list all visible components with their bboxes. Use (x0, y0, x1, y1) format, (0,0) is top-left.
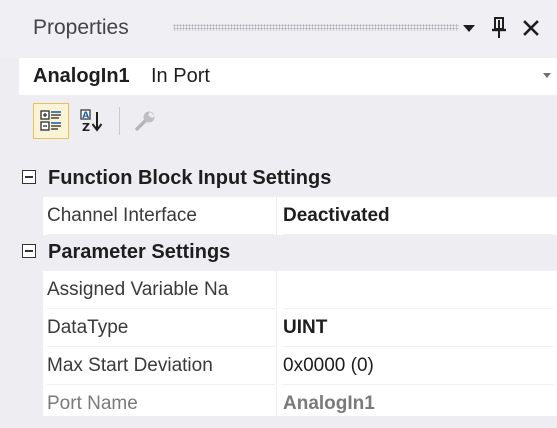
category-label: Parameter Settings (48, 241, 231, 263)
title-grip[interactable] (173, 24, 459, 31)
pin-icon (492, 17, 506, 38)
categorized-button[interactable] (33, 103, 69, 139)
property-row[interactable]: Channel Interface Deactivated (19, 197, 557, 235)
property-pages-button[interactable] (127, 103, 163, 139)
column-divider[interactable] (276, 309, 277, 347)
property-value[interactable]: 0x0000 (0) (283, 347, 553, 385)
row-gutter (19, 309, 43, 347)
property-name[interactable]: Channel Interface (47, 197, 275, 235)
dropdown-arrow-icon (463, 25, 475, 32)
object-selector[interactable]: AnalogIn1 In Port (19, 58, 557, 95)
properties-panel: Properties AnalogIn1 In Port A Z Functio… (0, 0, 557, 428)
property-value[interactable]: UINT (283, 309, 553, 347)
column-divider[interactable] (276, 347, 277, 385)
property-row[interactable]: DataType UINT (19, 309, 557, 347)
close-button[interactable] (519, 14, 543, 42)
selected-object-type: In Port (151, 65, 210, 87)
property-name[interactable]: DataType (47, 309, 275, 347)
row-gutter (19, 271, 43, 309)
column-divider[interactable] (276, 271, 277, 309)
alphabetical-icon: A Z (80, 109, 103, 134)
collapse-icon[interactable] (22, 170, 36, 184)
property-name[interactable]: Max Start Deviation (47, 347, 275, 385)
chevron-down-icon[interactable] (541, 71, 553, 80)
category-row[interactable]: Function Block Input Settings (19, 161, 557, 197)
property-name[interactable]: Assigned Variable Na (47, 271, 275, 309)
wrench-icon (135, 111, 155, 131)
collapse-icon[interactable] (22, 244, 36, 258)
category-row[interactable]: Parameter Settings (19, 235, 557, 271)
property-grid: Function Block Input Settings Channel In… (19, 161, 557, 423)
row-gutter (19, 197, 43, 235)
svg-text:A: A (82, 111, 89, 121)
selected-object-name: AnalogIn1 (33, 65, 130, 87)
properties-toolbar: A Z (19, 95, 557, 161)
property-value[interactable] (283, 271, 553, 309)
close-icon (523, 20, 539, 36)
svg-text:Z: Z (82, 121, 90, 134)
panel-title: Properties (33, 16, 129, 39)
categorized-icon (40, 110, 61, 131)
row-gutter (19, 347, 43, 385)
category-label: Function Block Input Settings (48, 167, 332, 189)
auto-hide-pin-button[interactable] (487, 14, 511, 42)
window-position-button[interactable] (457, 14, 481, 42)
property-row[interactable]: Max Start Deviation 0x0000 (0) (19, 347, 557, 385)
alphabetical-button[interactable]: A Z (74, 103, 110, 139)
property-row[interactable]: Assigned Variable Na (19, 271, 557, 309)
property-value[interactable]: Deactivated (283, 197, 553, 235)
toolbar-separator (119, 107, 120, 135)
column-divider[interactable] (276, 197, 277, 235)
panel-bottom-edge (0, 416, 557, 428)
title-bar[interactable]: Properties (0, 0, 557, 58)
